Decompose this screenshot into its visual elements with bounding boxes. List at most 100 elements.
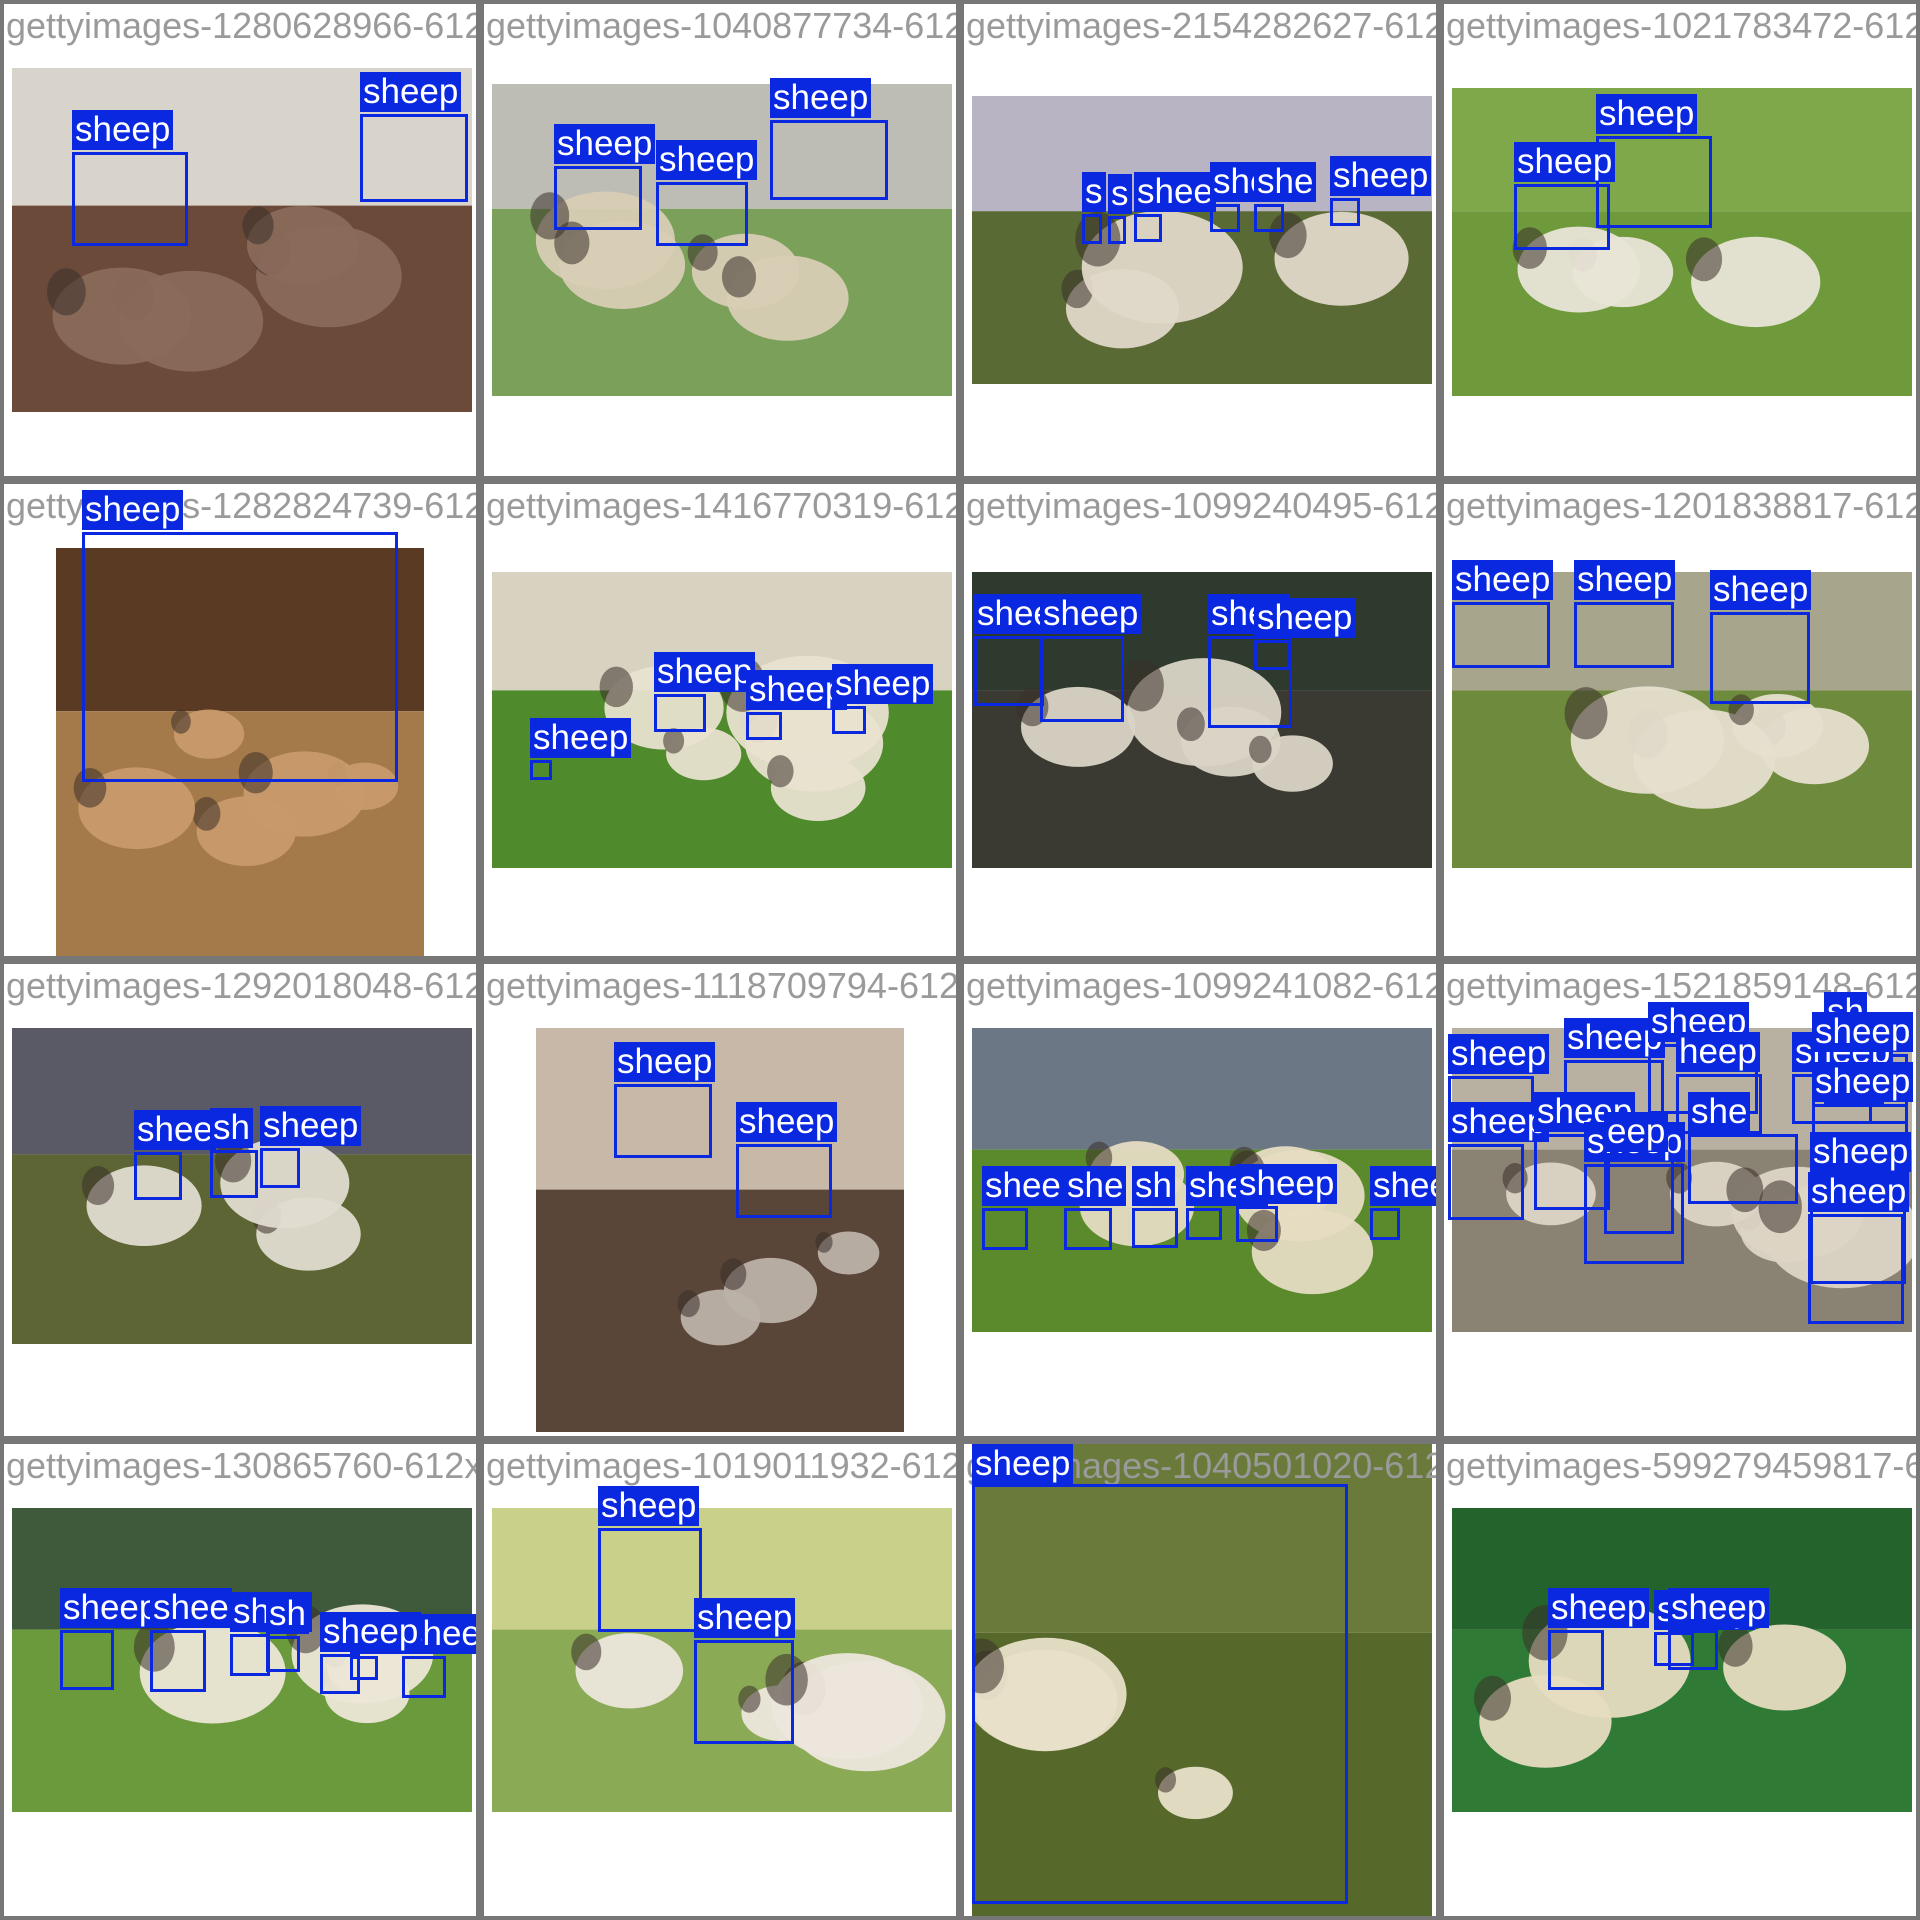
detection-label: sheep <box>320 1612 422 1652</box>
detection-box <box>614 1084 712 1158</box>
detection-box <box>832 706 866 734</box>
detection-box <box>1668 1630 1718 1670</box>
mosaic-tile: gettyimages-1118709794-612x612_jpg.rf.73… <box>484 964 956 1436</box>
detection-label: sheep <box>1254 598 1356 638</box>
detection-label: sheep <box>972 1444 1074 1484</box>
detection-box <box>654 694 706 732</box>
mosaic-tile: gettyimages-1099240495-612x612_jpg.rf.20… <box>964 484 1436 956</box>
tile-filename: gettyimages-1282824739-612x612 <box>6 485 476 526</box>
detection-box <box>694 1640 794 1744</box>
detection-label: she <box>1688 1092 1751 1132</box>
detection-box <box>402 1656 446 1698</box>
detection-label: sh <box>266 1594 309 1634</box>
detection-label: s <box>1108 174 1132 214</box>
detection-label: sheep <box>360 72 462 112</box>
tile-filename: gettyimages-1292018048-612x612 <box>6 965 476 1006</box>
detection-label: sheep <box>694 1598 796 1638</box>
detection-label: sheep <box>1330 156 1432 196</box>
detection-label: shee <box>150 1588 232 1628</box>
detection-label: sh <box>210 1108 253 1148</box>
detection-box <box>1134 214 1162 242</box>
detection-box <box>1448 1144 1524 1220</box>
detection-label: she <box>1064 1166 1127 1206</box>
tile-filename: gettyimages-1416770319-612x612_jpg.rf.e4 <box>486 485 956 526</box>
mosaic-tile: gettyimages-1282824739-612x612sheep <box>4 484 476 956</box>
detection-box <box>150 1630 206 1692</box>
detection-box <box>82 532 398 782</box>
detection-box <box>260 1148 300 1188</box>
detection-box <box>1186 1208 1222 1240</box>
detection-label: sheep <box>1448 1034 1550 1074</box>
detection-label: sheep <box>1810 1132 1912 1172</box>
detection-box <box>266 1636 300 1672</box>
image-mosaic: gettyimages-1280628966-612x612sheepsheep… <box>0 0 1920 1920</box>
detection-label: sheep <box>656 140 758 180</box>
tile-filename: gettyimages-599279459817-612x612_jpg.rf.… <box>1446 1445 1916 1486</box>
detection-box <box>72 152 188 246</box>
detection-box <box>982 1208 1028 1250</box>
tile-filename: gettyimages-1118709794-612x612_jpg.rf.73 <box>486 965 956 1006</box>
detection-label: eep <box>1604 1112 1669 1152</box>
detection-label: sheep <box>1548 1588 1650 1628</box>
mosaic-tile: gettyimages-1040877734-612x612_jpg.rf.63… <box>484 4 956 476</box>
detection-label: sheep <box>1040 594 1142 634</box>
detection-label: shee <box>1370 1166 1436 1206</box>
tile-filename: gettyimages-1099240495-612x612_jpg.rf.20 <box>966 485 1436 526</box>
detection-box <box>60 1630 114 1690</box>
detection-box <box>230 1634 270 1676</box>
mosaic-tile: gettyimages-2154282627-612x612_jpg.rf.d7… <box>964 4 1436 476</box>
detection-box <box>770 120 888 200</box>
detection-box <box>1548 1630 1604 1690</box>
detection-label: sheep <box>1812 1062 1914 1102</box>
detection-label: sheep <box>654 652 756 692</box>
detection-label: sheep <box>1596 94 1698 134</box>
detection-box <box>1108 216 1126 244</box>
detection-label: shee <box>982 1166 1064 1206</box>
tile-filename: gettyimages-1201838817-612x612_jpg.rf.22 <box>1446 485 1916 526</box>
detection-box <box>1452 602 1550 668</box>
mosaic-tile: gettyimages-1019011932-612x612_jpg.rf.d0… <box>484 1444 956 1916</box>
detection-box <box>1254 204 1284 232</box>
detection-box <box>1330 198 1360 226</box>
mosaic-tile: gettyimages-1416770319-612x612_jpg.rf.e4… <box>484 484 956 956</box>
detection-box <box>1604 1154 1674 1234</box>
tile-filename: gettyimages-1021783472-612x612_jpg.rf.01 <box>1446 5 1916 46</box>
detection-label: sheep <box>554 124 656 164</box>
detection-box <box>1064 1208 1112 1250</box>
detection-box <box>134 1152 182 1200</box>
detection-label: sheep <box>1452 560 1554 600</box>
detection-box <box>972 1484 1348 1904</box>
detection-label: sheep <box>770 78 872 118</box>
detection-box <box>1710 612 1810 704</box>
detection-box <box>746 712 782 740</box>
detection-box <box>1040 636 1124 722</box>
detection-label: sheep <box>1236 1164 1338 1204</box>
detection-box <box>1132 1208 1178 1248</box>
tile-filename: gettyimages-130865760-612x612 <box>6 1445 476 1486</box>
detection-box <box>656 182 748 246</box>
detection-label: shee <box>134 1110 216 1150</box>
detection-label: shee <box>1134 172 1216 212</box>
tile-filename: gettyimages-1280628966-612x612 <box>6 5 476 46</box>
sheep-photo <box>536 1028 904 1432</box>
detection-box <box>360 114 468 202</box>
detection-box <box>1236 1206 1278 1242</box>
mosaic-tile: gettyimages-1521859148-612x612_jpg.rf.52… <box>1444 964 1916 1436</box>
mosaic-tile: gettyimages-1292018048-612x612 sheeshshee… <box>4 964 476 1436</box>
detection-label: sheep <box>614 1042 716 1082</box>
detection-box <box>1082 214 1102 244</box>
detection-label: sheep <box>260 1106 362 1146</box>
mosaic-tile: gettyimages-599279459817-612x612_jpg.rf.… <box>1444 1444 1916 1916</box>
detection-label: she <box>1254 162 1317 202</box>
mosaic-tile: gettyimages-1099241082-612x612_jpg.rf.20… <box>964 964 1436 1436</box>
detection-box <box>1574 602 1674 668</box>
tile-filename: gettyimages-1019011932-612x612_jpg.rf.d0 <box>486 1445 956 1486</box>
detection-label: sheep <box>1710 570 1812 610</box>
mosaic-tile: gettyimages-1280628966-612x612 sheep sheep <box>4 4 476 476</box>
detection-box <box>1370 1208 1400 1240</box>
detection-label: sheep <box>736 1102 838 1142</box>
sheep-photo <box>972 96 1432 384</box>
detection-box <box>1254 640 1290 670</box>
detection-box <box>974 636 1044 706</box>
detection-label: heep <box>1676 1032 1760 1072</box>
